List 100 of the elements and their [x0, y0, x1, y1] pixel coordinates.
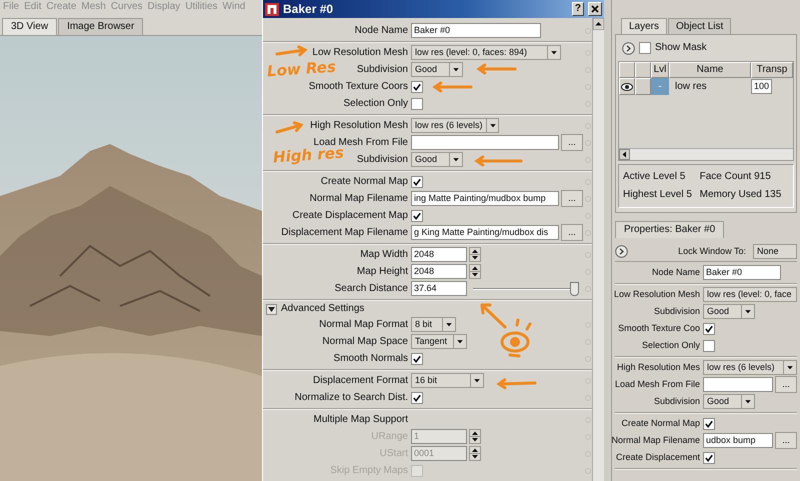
dropdown[interactable]: low res (level: 0, faces: 894) [411, 45, 561, 60]
field-label: Normal Map Filename [310, 192, 409, 204]
row-indicator-icon [585, 416, 591, 422]
dropdown[interactable]: Good [411, 152, 463, 167]
field-label: Create Normal Map [320, 176, 409, 188]
spin-arrows-icon[interactable] [469, 429, 481, 444]
file-path-field[interactable]: g King Matte Painting/mudbox dis [411, 225, 559, 240]
number-field[interactable]: 2048 [411, 247, 467, 262]
row-indicator-icon [585, 394, 591, 400]
field-label: Selection Only [642, 340, 701, 351]
tab[interactable]: Layers [621, 18, 668, 34]
row-indicator-icon [585, 268, 591, 274]
horizontal-scrollbar[interactable] [619, 148, 793, 160]
field-label: Multiple Map Support [314, 414, 409, 426]
dropdown[interactable]: Good [703, 394, 755, 409]
field-label: Low Resolution Mesh [312, 46, 409, 58]
dropdown[interactable]: low res (level: 0, face [703, 287, 797, 302]
row-indicator-icon [585, 322, 591, 328]
checkbox[interactable] [411, 392, 423, 404]
annotation-arrow [496, 378, 536, 390]
annotation-arrow [432, 82, 472, 92]
eye-doodle-drawing [480, 304, 532, 358]
dropdown[interactable]: low res (6 levels) [703, 360, 797, 375]
checkbox[interactable] [639, 42, 651, 54]
column-header[interactable]: Name [669, 62, 751, 78]
spin-arrows-icon[interactable] [469, 446, 481, 461]
field-label: High Resolution Mesh [310, 120, 409, 132]
checkbox[interactable] [703, 452, 715, 464]
column-header[interactable]: Lvl [651, 62, 669, 78]
field-label: Node Name [652, 267, 701, 278]
tab[interactable]: 3D View [2, 18, 58, 35]
expand-toggle[interactable] [266, 304, 277, 314]
scroll-left-icon[interactable] [619, 149, 630, 160]
field-label: Smooth Texture Coors [308, 80, 409, 92]
row-indicator-icon [585, 338, 591, 344]
browse-button[interactable]: ... [561, 224, 583, 241]
file-path-field[interactable]: ing Matte Painting/mudbox bump [411, 191, 559, 206]
field-label: High Resolution Mes [616, 362, 701, 373]
annotation-arrow [474, 156, 522, 166]
field-label: Map Width [360, 248, 409, 260]
dropdown[interactable]: 8 bit [411, 317, 456, 332]
row-indicator-icon [585, 28, 591, 34]
annotation-arrow [276, 121, 304, 134]
tab[interactable]: Image Browser [58, 18, 144, 35]
close-button[interactable] [588, 2, 602, 16]
checkbox[interactable] [703, 322, 715, 334]
layer-name[interactable]: low res [669, 78, 751, 95]
field-label: Subdivision [356, 154, 409, 166]
checkbox[interactable] [411, 80, 423, 92]
tab[interactable]: Properties: Baker #0 [615, 221, 724, 238]
text-field[interactable]: Baker #0 [411, 23, 541, 38]
transparency-field[interactable]: 100 [751, 79, 772, 94]
slider-thumb[interactable] [570, 282, 579, 296]
help-button[interactable]: ? [572, 2, 584, 16]
spin-arrows-icon[interactable] [469, 264, 481, 279]
dropdown[interactable]: None [753, 244, 797, 259]
browse-button[interactable]: ... [561, 190, 583, 207]
chevron-circle-icon[interactable] [615, 245, 628, 258]
row-indicator-icon [585, 252, 591, 258]
number-field[interactable]: 37.64 [411, 281, 467, 296]
column-header[interactable]: Transp [751, 62, 793, 78]
browse-button[interactable]: ... [775, 376, 797, 393]
field-label: Search Distance [334, 282, 409, 294]
stat-text: Memory Used 135 [700, 189, 782, 201]
file-path-field[interactable]: udbox bump [703, 433, 773, 448]
browse-button[interactable]: ... [561, 134, 583, 151]
scrollbar[interactable] [592, 18, 604, 481]
checkbox[interactable] [411, 210, 423, 222]
checkbox[interactable] [411, 352, 423, 364]
file-path-field[interactable] [411, 135, 559, 150]
checkbox[interactable] [411, 176, 423, 188]
checkbox[interactable] [411, 98, 423, 110]
number-field[interactable]: 2048 [411, 264, 467, 279]
field-label: Load Mesh From File [614, 379, 701, 390]
file-path-field[interactable] [703, 377, 773, 392]
checkbox[interactable] [703, 418, 715, 430]
spin-arrows-icon[interactable] [469, 247, 481, 262]
checkbox[interactable] [703, 340, 715, 352]
row-indicator-icon [585, 196, 591, 202]
field-label: Create Displacement Map [292, 210, 409, 222]
dropdown[interactable]: 16 bit [411, 373, 484, 388]
window-title: Baker #0 [283, 2, 334, 16]
dropdown[interactable]: Good [703, 304, 755, 319]
visibility-toggle[interactable] [619, 78, 635, 95]
field-label: Map Height [356, 266, 409, 278]
tab[interactable]: Object List [668, 18, 732, 34]
text-field[interactable]: Baker #0 [703, 265, 781, 280]
dropdown[interactable]: Tangent [411, 334, 467, 349]
row-indicator-icon [585, 84, 591, 90]
stat-text: Face Count 915 [700, 171, 772, 183]
scroll-up-icon[interactable] [593, 18, 604, 30]
browse-button[interactable]: ... [775, 432, 797, 449]
section-heading: Advanced Settings [280, 303, 364, 315]
stat-text: Active Level 5 [623, 171, 686, 183]
row-indicator-icon [585, 286, 591, 292]
chevron-circle-icon[interactable] [622, 42, 635, 54]
row-indicator-icon [585, 140, 591, 146]
field-label: Normal Map Format [319, 318, 409, 330]
dropdown[interactable]: Good [411, 62, 463, 77]
dropdown[interactable]: low res (6 levels) [411, 118, 499, 133]
